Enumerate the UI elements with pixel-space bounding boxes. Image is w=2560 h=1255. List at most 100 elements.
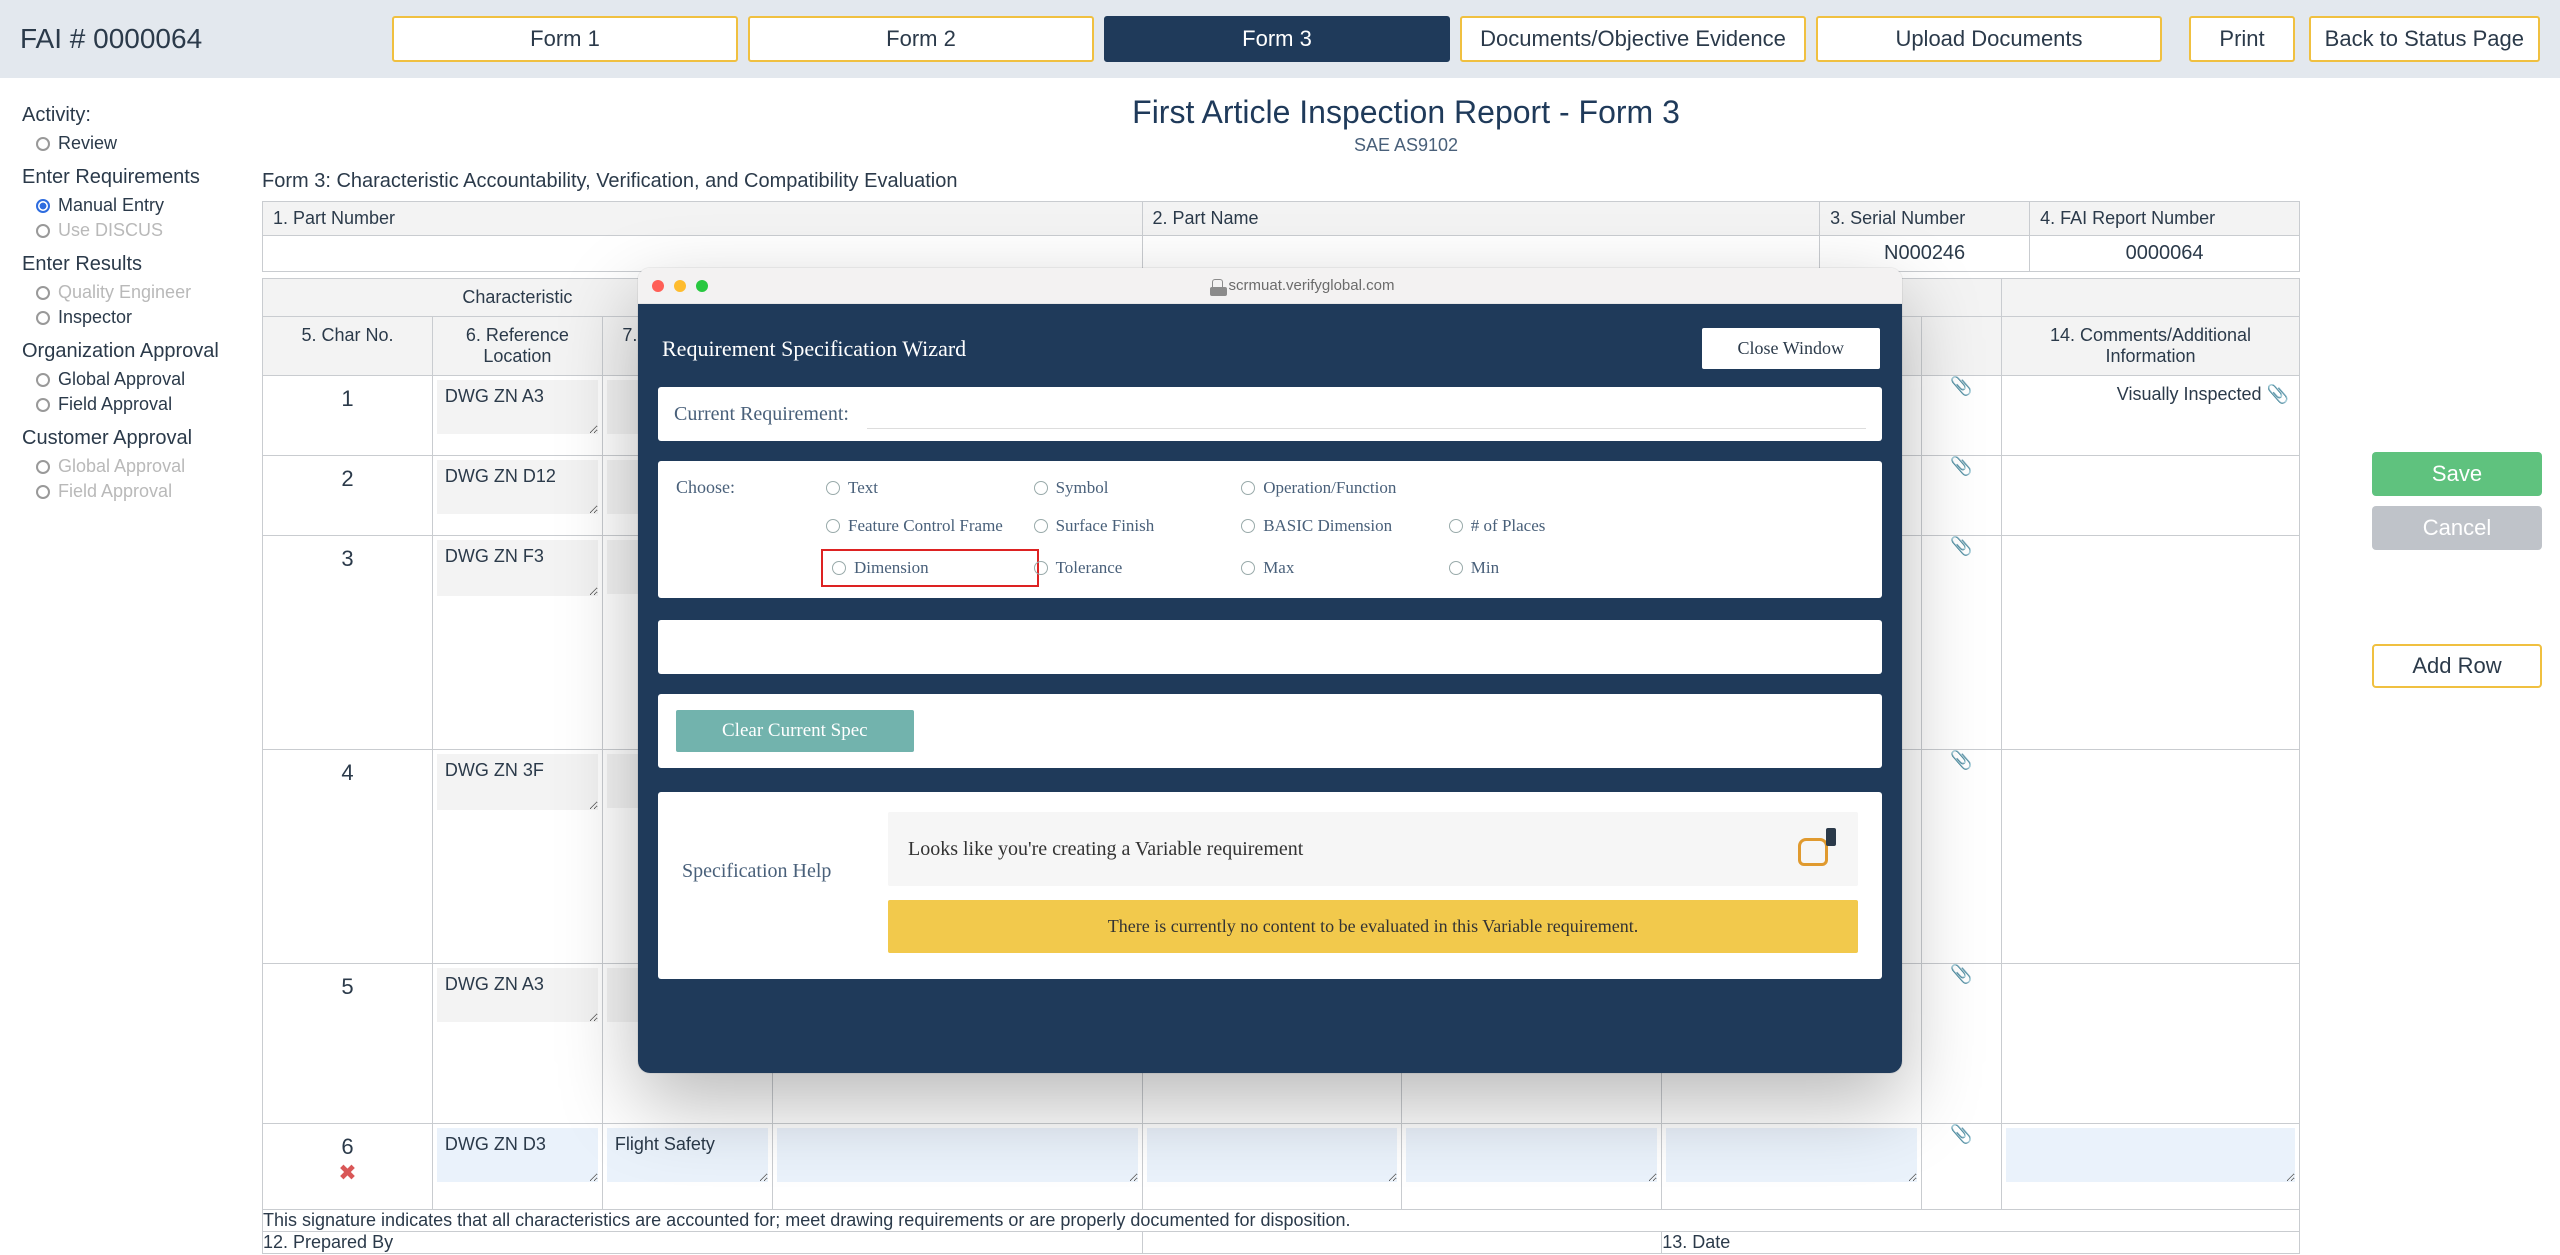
radio-icon <box>1241 519 1255 533</box>
radio-icon <box>826 519 840 533</box>
tab-form2[interactable]: Form 2 <box>748 16 1094 62</box>
delete-row-icon[interactable]: ✖ <box>338 1160 356 1185</box>
current-requirement-label: Current Requirement: <box>674 403 849 426</box>
page-title: First Article Inspection Report - Form 3 <box>262 94 2550 131</box>
help-warning: There is currently no content to be eval… <box>888 900 1858 953</box>
cell-input[interactable] <box>777 1128 1138 1182</box>
sidebar-org-field-label: Field Approval <box>58 394 172 415</box>
radio-icon <box>1034 519 1048 533</box>
window-minimize-icon[interactable] <box>674 280 686 292</box>
val-part-name <box>1142 236 1820 272</box>
opt-symbol[interactable]: Symbol <box>1034 478 1242 498</box>
tab-documents[interactable]: Documents/Objective Evidence <box>1460 16 1806 62</box>
window-maximize-icon[interactable] <box>696 280 708 292</box>
sidebar-cust-global: Global Approval <box>36 456 256 477</box>
th-comments-blank <box>2002 279 2300 317</box>
refloc-input[interactable] <box>437 460 598 514</box>
clear-current-spec-button[interactable]: Clear Current Spec <box>676 710 914 752</box>
attachment-icon[interactable]: 📎 <box>1922 456 2002 536</box>
designator-input[interactable] <box>607 1128 768 1182</box>
print-button[interactable]: Print <box>2189 16 2294 62</box>
sidebar-quality-engineer: Quality Engineer <box>36 282 256 303</box>
window-close-icon[interactable] <box>652 280 664 292</box>
attachment-icon[interactable]: 📎 <box>2267 384 2289 404</box>
radio-icon <box>1034 481 1048 495</box>
th-comments: 14. Comments/Additional Information <box>2002 317 2300 376</box>
radio-icon <box>36 224 50 238</box>
val-fai: 0000064 <box>2030 236 2300 272</box>
tab-form1[interactable]: Form 1 <box>392 16 738 62</box>
charno: 3 <box>263 536 432 572</box>
radio-icon <box>36 460 50 474</box>
comment-input[interactable] <box>2006 1128 2295 1182</box>
opt-surface[interactable]: Surface Finish <box>1034 516 1242 536</box>
opt-text[interactable]: Text <box>826 478 1034 498</box>
opt-places[interactable]: # of Places <box>1449 516 1657 536</box>
opt-operation[interactable]: Operation/Function <box>1241 478 1449 498</box>
opt-tolerance[interactable]: Tolerance <box>1034 558 1242 578</box>
close-window-button[interactable]: Close Window <box>1702 328 1880 369</box>
val-part-number <box>263 236 1143 272</box>
tab-upload[interactable]: Upload Documents <box>1816 16 2162 62</box>
sidebar-quality-engineer-label: Quality Engineer <box>58 282 191 303</box>
cell-input[interactable] <box>1147 1128 1398 1182</box>
cell-input[interactable] <box>1406 1128 1657 1182</box>
attachment-icon[interactable]: 📎 <box>1922 1124 2002 1210</box>
charno: 5 <box>263 964 432 1000</box>
sidebar-org-approval-title: Organization Approval <box>22 340 256 363</box>
opt-min[interactable]: Min <box>1449 558 1657 578</box>
lock-icon <box>1212 279 1223 292</box>
radio-icon <box>1241 481 1255 495</box>
sidebar-inspector-label: Inspector <box>58 307 132 328</box>
modal-url: scrmuat.verifyglobal.com <box>718 277 1888 294</box>
refloc-input[interactable] <box>437 754 598 810</box>
radio-icon <box>1241 561 1255 575</box>
radio-icon <box>36 286 50 300</box>
charno: 2 <box>263 456 432 492</box>
th-serial: 3. Serial Number <box>1820 202 2030 236</box>
cell-input[interactable] <box>1666 1128 1917 1182</box>
opt-max[interactable]: Max <box>1241 558 1449 578</box>
fai-number-label: FAI # 0000064 <box>20 23 380 55</box>
sidebar-manual-entry-label: Manual Entry <box>58 195 164 216</box>
back-to-status-button[interactable]: Back to Status Page <box>2309 16 2540 62</box>
current-requirement-input[interactable] <box>867 399 1866 429</box>
refloc-input[interactable] <box>437 1128 598 1182</box>
sidebar-review[interactable]: Review <box>36 133 256 154</box>
attachment-icon[interactable]: 📎 <box>1922 536 2002 750</box>
refloc-input[interactable] <box>437 380 598 434</box>
sidebar-org-field[interactable]: Field Approval <box>36 394 256 415</box>
opt-basic[interactable]: BASIC Dimension <box>1241 516 1449 536</box>
attachment-icon[interactable]: 📎 <box>1922 964 2002 1124</box>
requirement-wizard-modal: scrmuat.verifyglobal.com Requirement Spe… <box>638 268 1902 1073</box>
sidebar-cust-approval-title: Customer Approval <box>22 427 256 450</box>
spec-preview-panel <box>658 620 1882 674</box>
sidebar-activity-title: Activity: <box>22 104 256 127</box>
th-part-name: 2. Part Name <box>1142 202 1820 236</box>
charno: 6✖ <box>263 1124 432 1186</box>
refloc-input[interactable] <box>437 968 598 1022</box>
add-row-button[interactable]: Add Row <box>2372 644 2542 688</box>
sidebar-inspector[interactable]: Inspector <box>36 307 256 328</box>
wizard-title: Requirement Specification Wizard <box>662 336 966 362</box>
save-button[interactable]: Save <box>2372 452 2542 496</box>
choose-label: Choose: <box>676 477 826 498</box>
sidebar-manual-entry[interactable]: Manual Entry <box>36 195 256 216</box>
opt-fcf[interactable]: Feature Control Frame <box>826 516 1034 536</box>
tab-form3[interactable]: Form 3 <box>1104 16 1450 62</box>
attachment-icon[interactable]: 📎 <box>1922 750 2002 964</box>
refloc-input[interactable] <box>437 540 598 596</box>
sidebar-enter-requirements-title: Enter Requirements <box>22 166 256 189</box>
val-serial: N000246 <box>1820 236 2030 272</box>
signature-row: This signature indicates that all charac… <box>263 1210 2300 1232</box>
attachment-icon[interactable]: 📎 <box>1922 376 2002 456</box>
sidebar-cust-field: Field Approval <box>36 481 256 502</box>
opt-dimension[interactable]: Dimension <box>826 554 1034 582</box>
sidebar-enter-results-title: Enter Results <box>22 253 256 276</box>
radio-icon <box>36 373 50 387</box>
charno: 4 <box>263 750 432 786</box>
header-table: 1. Part Number 2. Part Name 3. Serial Nu… <box>262 201 2300 272</box>
cancel-button[interactable]: Cancel <box>2372 506 2542 550</box>
sidebar-org-global[interactable]: Global Approval <box>36 369 256 390</box>
sidebar-use-discus-label: Use DISCUS <box>58 220 163 241</box>
